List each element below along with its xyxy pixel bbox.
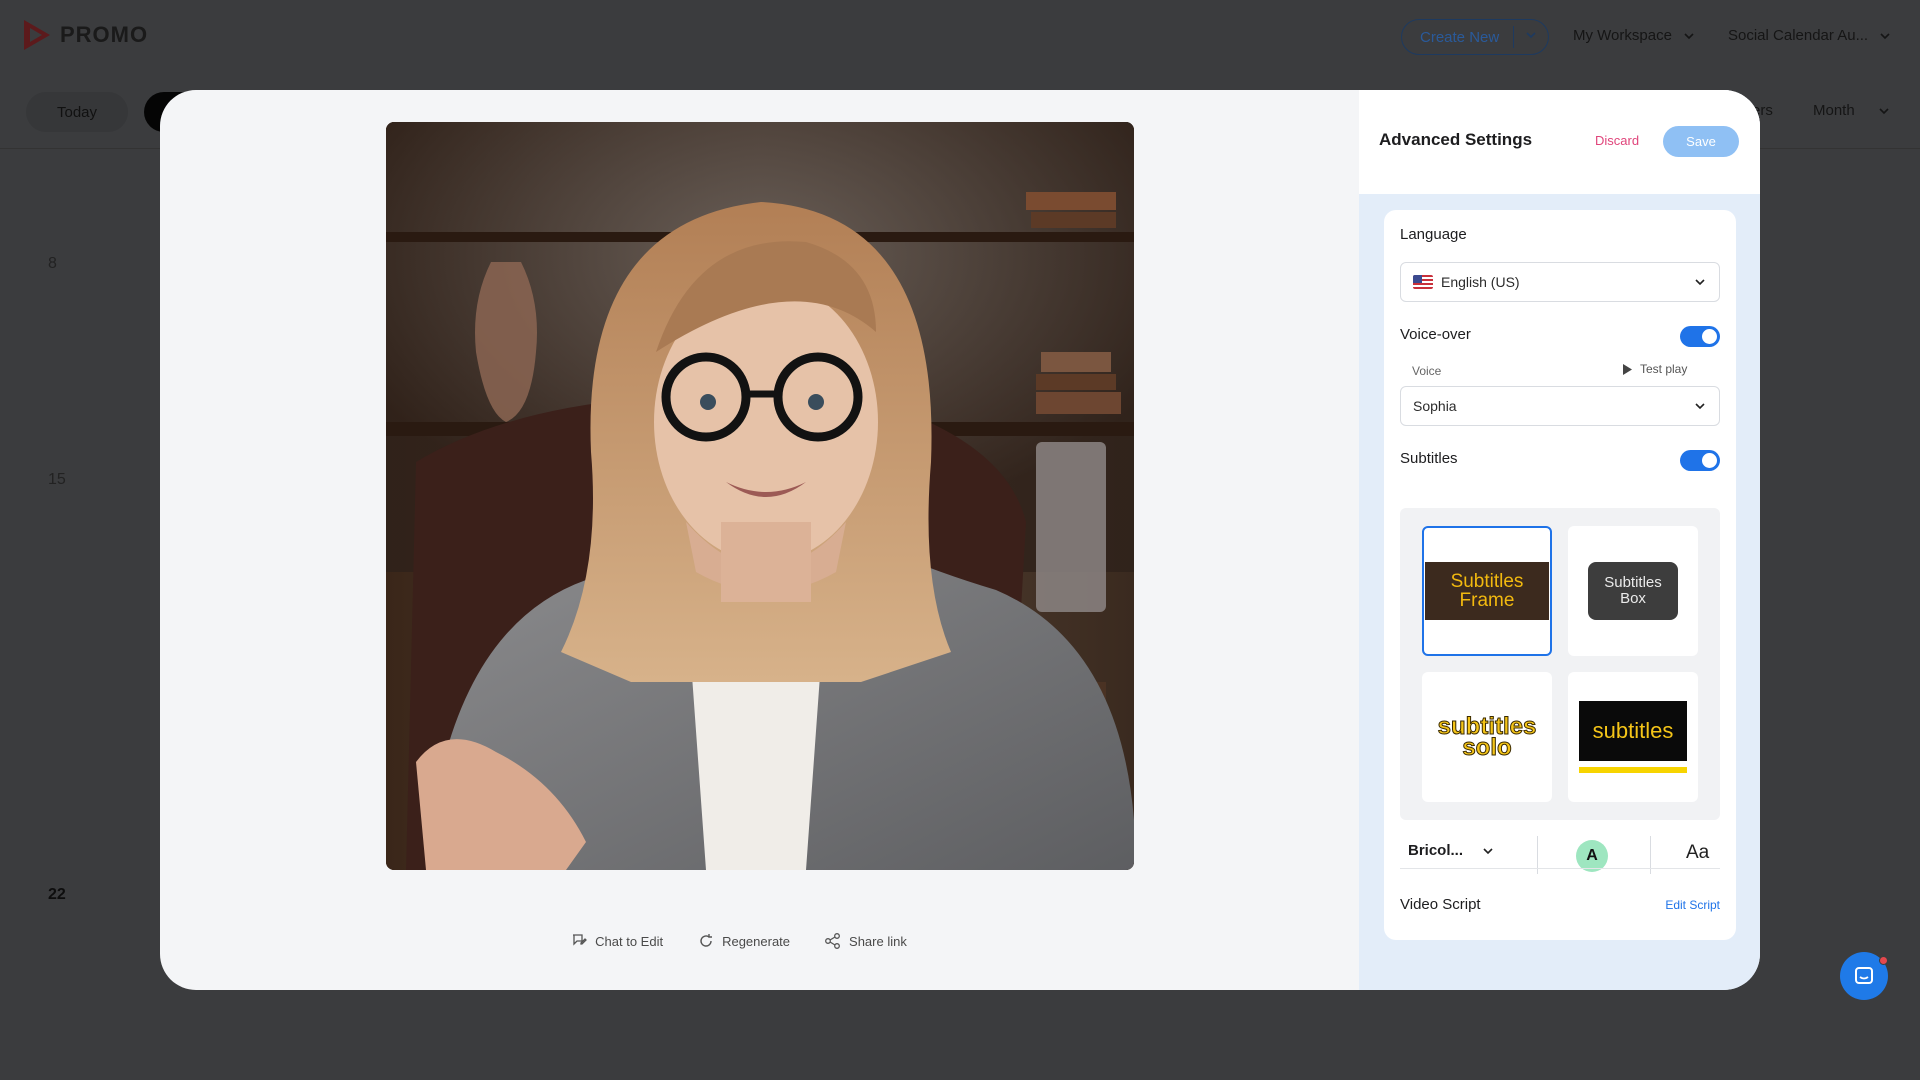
share-link-button[interactable]: Share link	[824, 932, 907, 950]
video-player[interactable]	[386, 122, 1134, 870]
test-play-button[interactable]: Test play	[1622, 362, 1687, 376]
share-link-label: Share link	[849, 933, 907, 949]
calendar-menu[interactable]: Social Calendar Au...	[1728, 27, 1892, 44]
logo-icon	[24, 20, 50, 50]
panel-header: Advanced Settings Discard Save	[1359, 90, 1760, 194]
chevron-down-icon	[1879, 107, 1889, 114]
regenerate-button[interactable]: Regenerate	[697, 932, 790, 950]
font-controls: Bricol... A Aa	[1384, 820, 1736, 878]
calendar-day: 22	[48, 886, 66, 903]
create-new-label: Create New	[1420, 28, 1500, 46]
chevron-down-icon	[1695, 279, 1705, 286]
subtitle-style-preview: subtitles solo	[1437, 713, 1537, 761]
today-button[interactable]: Today	[26, 92, 128, 132]
chevron-down-icon	[1695, 403, 1705, 410]
subtitles-label: Subtitles	[1400, 450, 1458, 467]
panel-title: Advanced Settings	[1379, 130, 1533, 149]
month-label: Month	[1813, 102, 1855, 119]
voice-select[interactable]: Sophia	[1400, 386, 1720, 426]
language-select[interactable]: English (US)	[1400, 262, 1720, 302]
voice-label: Voice	[1412, 364, 1442, 378]
calendar-day: 15	[48, 471, 66, 488]
chevron-down-icon	[1880, 32, 1890, 39]
voice-value: Sophia	[1413, 398, 1457, 414]
subtitle-style-bar[interactable]: subtitles	[1568, 672, 1698, 802]
text-case-button[interactable]: Aa	[1686, 842, 1709, 864]
chevron-down-icon[interactable]	[1524, 28, 1538, 42]
calendar-label: Social Calendar Au...	[1728, 27, 1869, 44]
video-actions: Chat to Edit Regenerate Share link	[160, 932, 1359, 950]
notification-badge	[1879, 956, 1888, 965]
font-select[interactable]: Bricol...	[1408, 842, 1495, 859]
chevron-down-icon	[1483, 847, 1493, 854]
subtitle-style-preview: Subtitles Box	[1588, 562, 1678, 620]
regenerate-label: Regenerate	[722, 933, 791, 949]
video-script-label: Video Script	[1400, 896, 1481, 913]
chat-to-edit-label: Chat to Edit	[595, 933, 664, 949]
regenerate-icon	[700, 934, 713, 947]
promo-logo[interactable]: PROMO	[22, 18, 148, 52]
share-icon	[825, 933, 840, 949]
workspace-label: My Workspace	[1573, 27, 1672, 44]
voiceover-label: Voice-over	[1400, 326, 1471, 343]
subtitle-style-preview: subtitles	[1579, 701, 1687, 773]
chevron-down-icon	[1684, 32, 1694, 39]
create-new-button[interactable]: Create New	[1401, 19, 1549, 55]
video-frame	[386, 122, 1134, 870]
feedback-buttons	[941, 932, 949, 950]
subtitle-style-frame[interactable]: Subtitles Frame	[1422, 526, 1552, 656]
brand-name: PROMO	[60, 22, 149, 47]
settings-card: Language English (US) Voice-over Voice T…	[1384, 210, 1736, 940]
calendar-day: 8	[48, 255, 57, 272]
voiceover-toggle[interactable]	[1680, 326, 1720, 347]
subtitle-style-box[interactable]: Subtitles Box	[1568, 526, 1698, 656]
play-icon	[1623, 363, 1632, 375]
language-label: Language	[1400, 226, 1467, 243]
us-flag-icon	[1413, 275, 1433, 289]
chat-edit-icon	[573, 934, 588, 946]
subtitle-style-solo[interactable]: subtitles solo	[1422, 672, 1552, 802]
subtitle-style-grid: Subtitles Frame Subtitles Box subtitles sol…	[1400, 508, 1720, 820]
subtitles-toggle[interactable]	[1680, 450, 1720, 471]
discard-button[interactable]: Discard	[1595, 133, 1639, 148]
top-bar: PROMO Create New My Workspace Social Cal…	[0, 0, 1920, 74]
advanced-settings-panel: Advanced Settings Discard Save Language	[1359, 90, 1760, 990]
workspace-menu[interactable]: My Workspace	[1573, 27, 1696, 44]
chat-to-edit-button[interactable]: Chat to Edit	[570, 932, 663, 950]
subtitle-style-preview: Subtitles Frame	[1425, 562, 1549, 620]
video-preview-modal: Chat to Edit Regenerate Share link Advan…	[160, 90, 1760, 990]
test-play-label: Test play	[1640, 362, 1688, 376]
font-value: Bricol...	[1408, 842, 1464, 859]
month-select[interactable]: Month	[1813, 102, 1891, 119]
divider	[1513, 26, 1514, 48]
save-button[interactable]: Save	[1663, 126, 1739, 157]
chat-icon	[1855, 967, 1873, 984]
edit-script-link[interactable]: Edit Script	[1665, 898, 1720, 912]
language-value: English (US)	[1441, 274, 1520, 290]
divider	[1400, 868, 1720, 869]
